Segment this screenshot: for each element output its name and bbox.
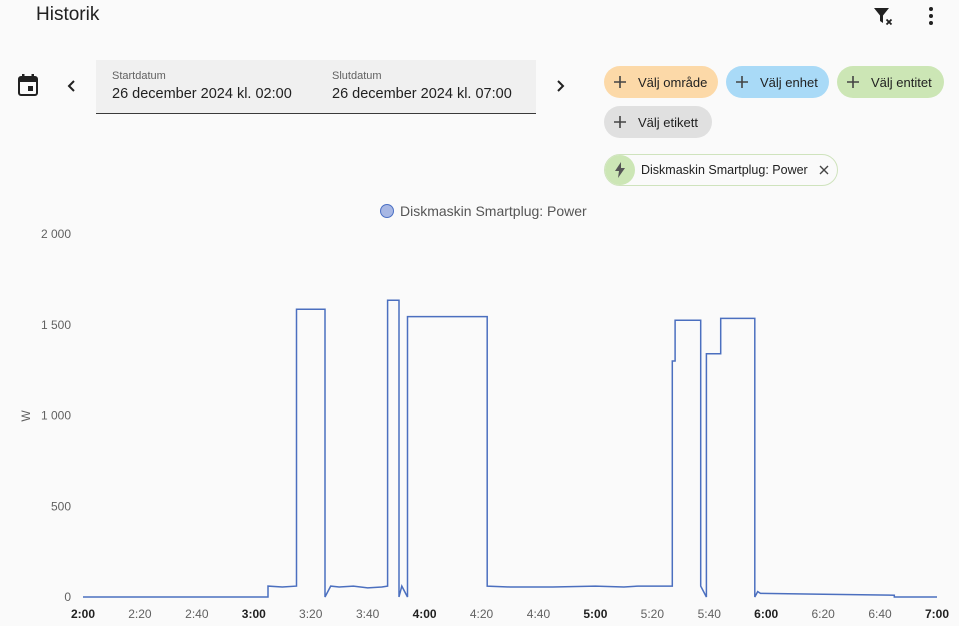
y-axis-label: W bbox=[19, 410, 33, 422]
x-tick-label: 6:00 bbox=[754, 607, 778, 621]
y-tick-label: 0 bbox=[64, 590, 71, 604]
x-tick-label: 7:00 bbox=[925, 607, 949, 621]
y-tick-label: 1 500 bbox=[41, 318, 71, 332]
y-tick-label: 2 000 bbox=[41, 227, 71, 241]
x-tick-label: 3:40 bbox=[356, 607, 380, 621]
x-tick-label: 4:00 bbox=[413, 607, 437, 621]
x-tick-label: 6:20 bbox=[811, 607, 835, 621]
power-history-chart: W 0 500 1 000 1 500 2 000 2:00 2:20 2:40 3:00 3:20… bbox=[19, 227, 949, 621]
x-tick-label: 4:20 bbox=[470, 607, 494, 621]
x-tick-label: 4:40 bbox=[527, 607, 551, 621]
x-tick-label: 5:20 bbox=[641, 607, 665, 621]
y-tick-label: 500 bbox=[51, 499, 71, 513]
x-tick-label: 5:00 bbox=[583, 607, 607, 621]
x-tick-label: 2:40 bbox=[185, 607, 209, 621]
x-tick-label: 5:40 bbox=[698, 607, 722, 621]
x-tick-label: 3:20 bbox=[299, 607, 323, 621]
x-tick-label: 6:40 bbox=[868, 607, 892, 621]
y-tick-label: 1 000 bbox=[41, 409, 71, 423]
x-tick-label: 2:20 bbox=[128, 607, 152, 621]
x-tick-label: 3:00 bbox=[242, 607, 266, 621]
series-line[interactable] bbox=[83, 299, 937, 598]
x-tick-label: 2:00 bbox=[71, 607, 95, 621]
